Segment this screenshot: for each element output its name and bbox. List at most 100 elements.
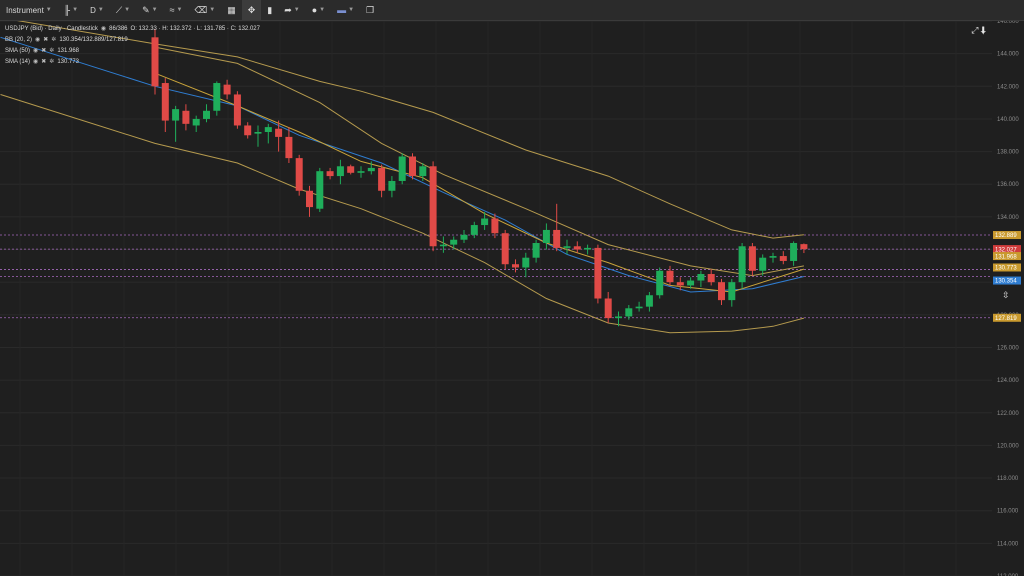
price-tag-label: 127.819	[995, 316, 1017, 322]
candle-up	[615, 316, 622, 319]
toolbar: Instrument ▼ ╟ ▼ D ▼ ⟋ ▼ ✎ ▼ ≈ ▼ ⌫ ▼ ▦ ✥ ▮ ➦ ▼ ●…	[0, 0, 1024, 21]
chevron-down-icon: ▼	[348, 7, 355, 13]
gear-icon[interactable]: ✲	[49, 57, 54, 68]
candle-up	[213, 83, 221, 111]
candle-up	[316, 171, 324, 209]
eye-icon[interactable]: ◉	[35, 35, 40, 46]
candle-up	[645, 295, 653, 307]
candle-down	[306, 190, 313, 208]
candle-up	[584, 247, 592, 250]
price-chart[interactable]: 146.000 144.000 142.000 140.000 138.000 136.0…	[0, 21, 1024, 576]
legend-bb-row: BB (20, 2) ◉ ✖ ✲ 130.354/132.889/127.819	[5, 35, 260, 46]
bb-label: BB (20, 2)	[5, 37, 33, 43]
candle-up	[398, 156, 406, 181]
candle-up	[388, 180, 396, 191]
candle-down	[295, 158, 303, 191]
candle-up	[697, 274, 705, 281]
candle-down	[275, 128, 283, 137]
volume-button[interactable]: ▮	[261, 0, 278, 20]
ruler-icon: ✎	[142, 4, 150, 15]
candle-up	[172, 109, 180, 121]
eye-icon[interactable]: ◉	[33, 46, 38, 57]
price-tag-label: 130.354	[995, 279, 1017, 285]
candle-up	[264, 127, 272, 132]
share-button[interactable]: ➦ ▼	[278, 0, 306, 20]
candle-up	[254, 132, 262, 134]
language-button[interactable]: ▬ ▼	[331, 0, 360, 20]
sma14-label: SMA (14)	[5, 59, 31, 65]
sma14-line	[154, 72, 805, 293]
trendline-icon: ⟋	[115, 4, 123, 15]
candle-down	[429, 166, 437, 247]
legend-counter: 86/386	[109, 26, 128, 32]
chevron-down-icon: ▼	[72, 7, 79, 13]
candle-down	[501, 233, 509, 265]
candle-down	[244, 125, 252, 136]
chart-type-button[interactable]: ╟ ▼	[58, 0, 84, 20]
candlestick-icon: ╟	[63, 5, 71, 15]
candle-down	[182, 110, 190, 124]
timeframe-dropdown[interactable]: D ▼	[84, 0, 110, 20]
layout-button[interactable]: ▦	[221, 0, 242, 20]
chevron-down-icon: ▼	[45, 7, 52, 13]
close-icon[interactable]: ✖	[43, 35, 48, 46]
candle-up	[656, 270, 664, 296]
sma14-value: 130.773	[57, 59, 80, 65]
crosshair-button[interactable]: ✥	[241, 0, 262, 20]
candle-up	[336, 166, 344, 177]
candle-down	[573, 246, 581, 250]
eye-icon[interactable]: ◉	[101, 24, 106, 35]
chevron-down-icon: ▼	[124, 7, 131, 13]
instrument-dropdown[interactable]: Instrument ▼	[0, 0, 58, 20]
y-tick-label: 144.000	[997, 52, 1019, 58]
popout-icon: ❐	[366, 4, 375, 15]
y-tick-label: 122.000	[997, 411, 1019, 417]
uk-flag-icon: ▬	[337, 5, 347, 15]
sma50-line	[154, 46, 804, 277]
candle-up	[687, 280, 695, 286]
legend-sma14-row: SMA (14) ◉ ✖ ✲ 130.773	[5, 57, 260, 68]
indicators-button[interactable]: ≈ ▼	[164, 0, 189, 20]
candle-down	[233, 94, 241, 126]
candle-up	[563, 246, 571, 248]
y-tick-label: 114.000	[997, 541, 1019, 547]
candle-up	[357, 171, 365, 173]
close-icon[interactable]: ✖	[41, 46, 46, 57]
candle-down	[285, 136, 293, 159]
candle-up	[759, 257, 767, 271]
bb-values: 130.354/132.889/127.819	[59, 37, 128, 43]
y-tick-label: 126.000	[997, 345, 1019, 351]
download-icon[interactable]: ⬇	[980, 25, 988, 35]
price-tags: 132.889132.027131.968130.773130.354127.8…	[993, 231, 1021, 322]
chevron-down-icon: ▼	[209, 7, 216, 13]
scale-reset-icon[interactable]: ⇳	[1002, 290, 1010, 301]
candle-up	[542, 229, 550, 243]
ruler-tool-button[interactable]: ✎ ▼	[136, 0, 164, 20]
gear-icon[interactable]: ✲	[51, 35, 56, 46]
candle-up	[769, 256, 777, 258]
chart-legend: USDJPY (Bid) · Daily · Candlestick ◉ 86/…	[5, 24, 260, 68]
y-tick-label: 142.000	[997, 84, 1019, 90]
delete-drawings-button[interactable]: ⌫ ▼	[189, 0, 222, 20]
candle-up	[470, 225, 478, 235]
popout-button[interactable]: ❐	[360, 0, 380, 20]
y-tick-label: 124.000	[997, 378, 1019, 384]
bollinger-lower-line	[0, 94, 805, 334]
candle-down	[676, 282, 684, 286]
candle-up	[450, 239, 458, 245]
chevron-down-icon: ▼	[97, 7, 104, 13]
legend-ohlc: O: 132.33 · H: 132.372 · L: 131.785 · C:…	[130, 26, 260, 32]
eye-icon[interactable]: ◉	[33, 57, 38, 68]
candle-down	[161, 83, 169, 121]
candle-down	[666, 270, 674, 283]
chevron-down-icon: ▼	[293, 7, 300, 13]
candle-down	[378, 167, 386, 191]
chevron-down-icon: ▼	[319, 7, 326, 13]
candle-up	[728, 282, 736, 301]
candle-down	[326, 171, 334, 177]
candle-down	[347, 166, 355, 173]
trendline-tool-button[interactable]: ⟋ ▼	[110, 0, 136, 20]
theme-button[interactable]: ● ▼	[306, 0, 331, 20]
close-icon[interactable]: ✖	[41, 57, 46, 68]
gear-icon[interactable]: ✲	[49, 46, 54, 57]
